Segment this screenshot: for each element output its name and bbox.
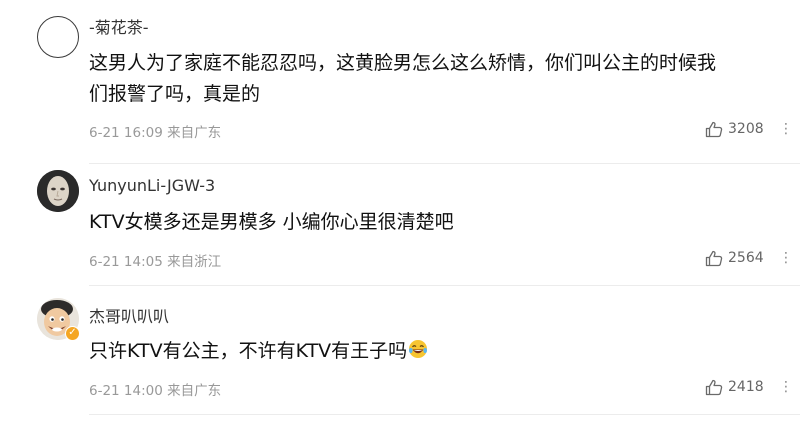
user-avatar[interactable]: ✓ — [37, 298, 80, 341]
comment-time: 6-21 14:00 — [89, 383, 163, 399]
comment-text: 只许KTV有公主，不许有KTV有王子吗 — [89, 335, 428, 367]
comment-time: 6-21 16:09 — [89, 125, 163, 141]
verified-badge-icon: ✓ — [65, 326, 80, 341]
comment-text-content: 只许KTV有公主，不许有KTV有王子吗 — [89, 340, 408, 362]
user-avatar[interactable] — [37, 170, 79, 212]
user-avatar[interactable] — [37, 16, 79, 58]
comment-username[interactable]: -菊花茶- — [89, 14, 149, 38]
comment-location: 来自浙江 — [167, 254, 222, 270]
divider — [89, 414, 800, 415]
like-button[interactable]: 3208 — [705, 119, 764, 139]
like-button[interactable]: 2564 — [705, 248, 764, 268]
more-dots-icon[interactable]: ⋮ — [779, 380, 793, 394]
like-count: 2564 — [728, 250, 764, 266]
comment-time: 6-21 14:05 — [89, 254, 163, 270]
comment-item: ✓ 杰哥叭叭叭 只许KTV有公主，不许有KTV有王子吗 6-21 14:00 来… — [0, 286, 800, 421]
thumbs-up-icon — [705, 121, 723, 137]
laughing-tears-emoji — [409, 340, 428, 358]
comment-meta: 6-21 14:05 来自浙江 — [89, 250, 221, 270]
comment-text-continued: 们报警了吗，真是的 — [89, 83, 261, 105]
more-dots-icon[interactable]: ⋮ — [779, 251, 793, 265]
comment-meta: 6-21 14:00 来自广东 — [89, 379, 221, 399]
comment-meta: 6-21 16:09 来自广东 — [89, 121, 221, 141]
thumbs-up-icon — [705, 379, 723, 395]
comment-location: 来自广东 — [167, 125, 222, 141]
comment-text: KTV女模多还是男模多 小编你心里很清楚吧 — [89, 211, 454, 233]
comment-username[interactable]: YunyunLi-JGW-3 — [89, 176, 215, 195]
comment-item: YunyunLi-JGW-3 KTV女模多还是男模多 小编你心里很清楚吧 6-2… — [0, 164, 800, 296]
comment-username[interactable]: 杰哥叭叭叭 — [89, 303, 169, 327]
like-count: 2418 — [728, 379, 764, 395]
like-button[interactable]: 2418 — [705, 377, 764, 397]
more-dots-icon[interactable]: ⋮ — [779, 122, 793, 136]
thumbs-up-icon — [705, 250, 723, 266]
comment-text: 这男人为了家庭不能忍忍吗，这黄脸男怎么这么矫情，你们叫公主的时候我 — [89, 52, 717, 74]
comment-item: -菊花茶- 这男人为了家庭不能忍忍吗，这黄脸男怎么这么矫情，你们叫公主的时候我 … — [0, 0, 800, 163]
comment-location: 来自广东 — [167, 383, 222, 399]
like-count: 3208 — [728, 121, 764, 137]
comment-list: { "comments": [ { "user": "-菊花茶-", "text… — [0, 0, 800, 421]
